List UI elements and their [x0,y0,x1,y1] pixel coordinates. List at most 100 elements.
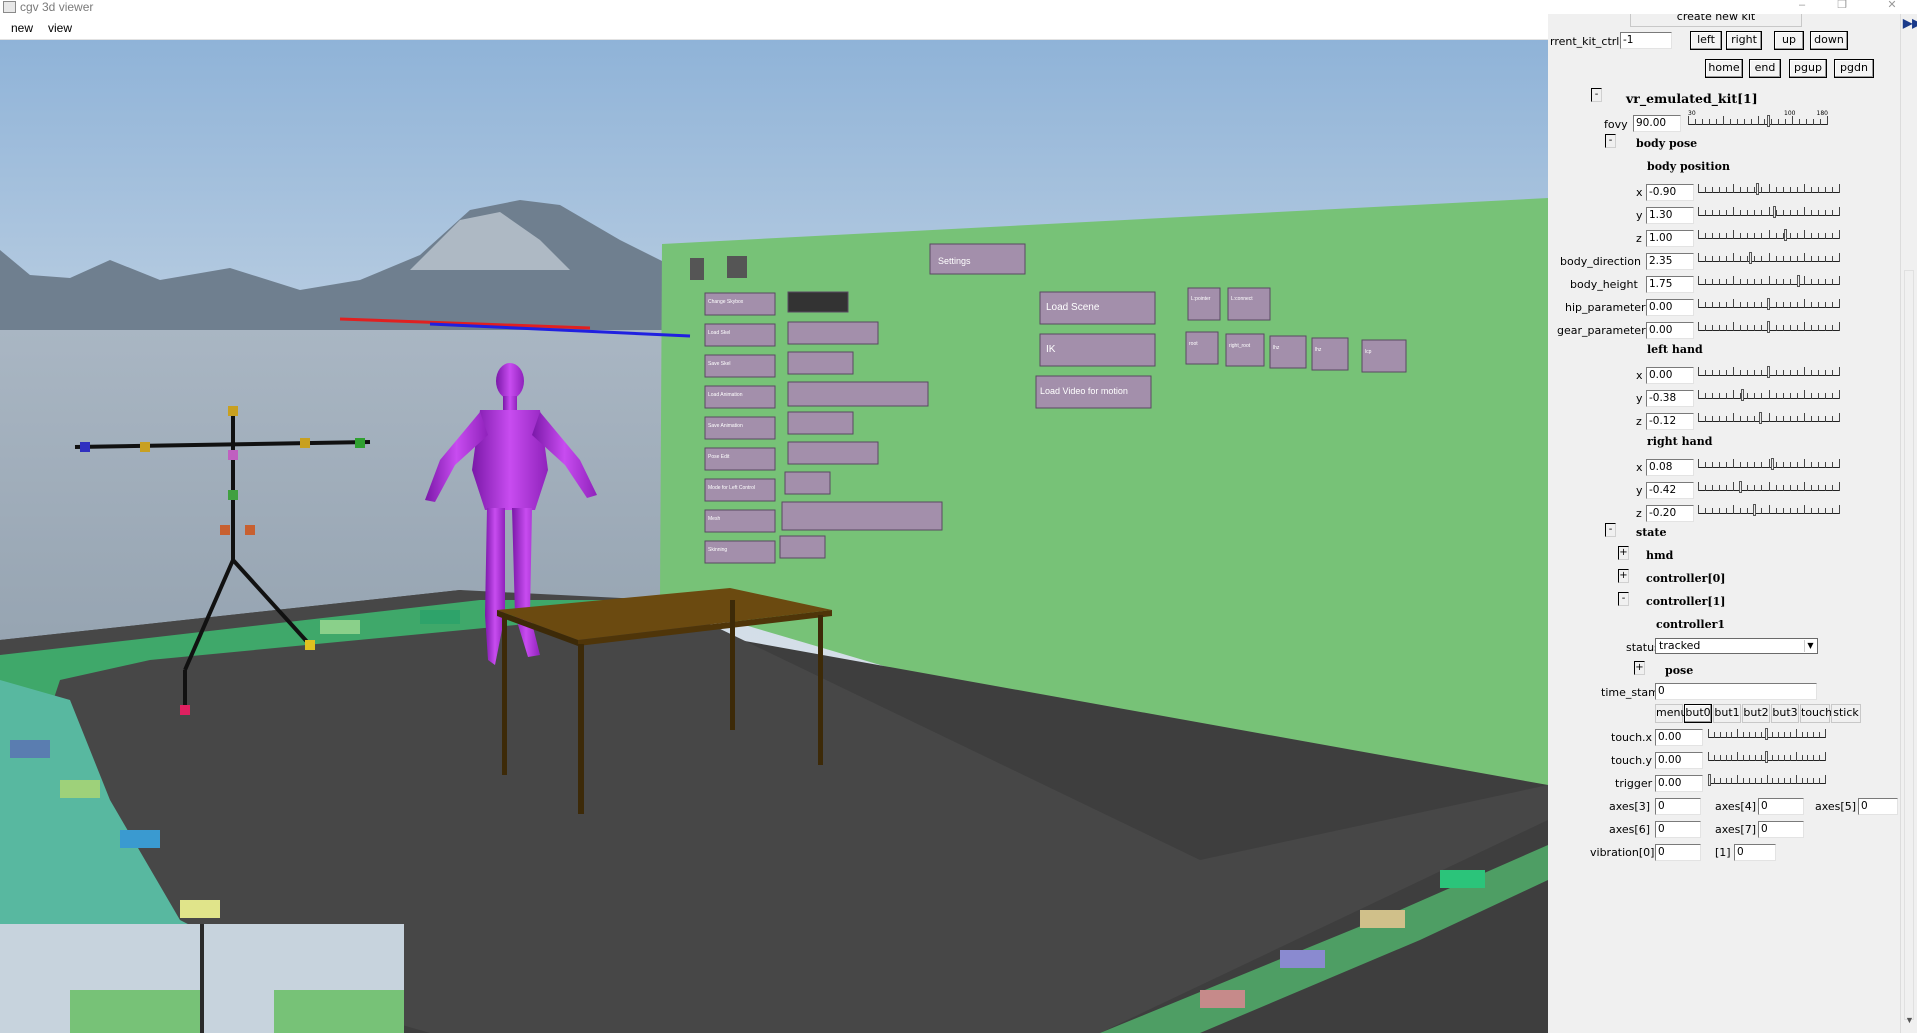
double-chevron-right-icon[interactable]: ▶▶ [1903,16,1917,30]
wall-prev-button[interactable] [690,258,704,280]
slider-thumb[interactable] [1773,206,1776,218]
slider-thumb[interactable] [1784,229,1787,241]
left-hand-y-slider[interactable] [1698,387,1840,401]
right-hand-z-field[interactable]: -0.20 [1646,505,1694,522]
body-height-slider[interactable] [1698,273,1840,287]
controller-but0-button[interactable]: but0 [1684,704,1712,723]
wall-lcp-button[interactable] [1361,339,1407,373]
axes3-field[interactable]: 0 [1655,798,1701,815]
left-hand-y-field[interactable]: -0.38 [1646,390,1694,407]
close-icon[interactable]: ✕ [1880,0,1904,12]
nav-left-button[interactable]: left [1690,31,1722,50]
nav-down-button[interactable]: down [1810,31,1848,50]
scrollbar-thumb[interactable] [1904,270,1914,1020]
axes4-field[interactable]: 0 [1758,798,1804,815]
slider-thumb[interactable] [1708,774,1711,786]
trigger-field[interactable]: 0.00 [1655,775,1703,792]
axes5-field[interactable]: 0 [1858,798,1898,815]
wall-lhz2-button[interactable] [1311,337,1349,371]
axes6-field[interactable]: 0 [1655,821,1701,838]
body-direction-field[interactable]: 2.35 [1646,253,1694,270]
touch-x-slider[interactable] [1708,726,1826,740]
scene-canvas[interactable]: Settings Load Scene IK Load Video for mo… [0,40,1548,1033]
hmd-toggle[interactable]: + [1618,546,1629,560]
slider-thumb[interactable] [1767,366,1770,378]
body-y-field[interactable]: 1.30 [1646,207,1694,224]
touch-y-slider[interactable] [1708,749,1826,763]
nav-pgup-button[interactable]: pgup [1789,59,1827,78]
right-hand-y-slider[interactable] [1698,479,1840,493]
slider-thumb[interactable] [1739,481,1742,493]
body-height-field[interactable]: 1.75 [1646,276,1694,293]
slider-thumb[interactable] [1771,458,1774,470]
slider-thumb[interactable] [1749,252,1752,264]
create-new-kit-button[interactable]: create new kit [1630,14,1802,27]
pose-toggle[interactable]: + [1634,661,1645,675]
touch-x-field[interactable]: 0.00 [1655,729,1703,746]
wall-ik-button[interactable] [1039,333,1156,367]
right-hand-x-field[interactable]: 0.08 [1646,459,1694,476]
hip-parameter-slider[interactable] [1698,296,1840,310]
fovy-slider[interactable]: 30 100 180 [1688,110,1828,127]
controller-but3-button[interactable]: but3 [1771,704,1799,723]
vibration0-field[interactable]: 0 [1655,844,1701,861]
controller-touch-button[interactable]: touch [1800,704,1832,723]
state-toggle[interactable]: - [1605,523,1616,537]
wall-lhz-button[interactable] [1269,335,1307,369]
current-kit-ctrl-field[interactable]: -1 [1620,32,1672,49]
slider-thumb[interactable] [1765,751,1768,763]
slider-thumb[interactable] [1767,298,1770,310]
slider-thumb[interactable] [1756,183,1759,195]
minimize-icon[interactable]: – [1790,0,1814,12]
body-z-field[interactable]: 1.00 [1646,230,1694,247]
trigger-slider[interactable] [1708,772,1826,786]
controller-but2-button[interactable]: but2 [1742,704,1770,723]
controller1-toggle[interactable]: - [1618,592,1629,606]
menu-new[interactable]: new [11,21,33,35]
slider-thumb[interactable] [1741,389,1744,401]
scroll-down-icon[interactable]: ▼ [1905,1015,1914,1025]
vibration1-field[interactable]: 0 [1734,844,1776,861]
gear-parameter-field[interactable]: 0.00 [1646,322,1694,339]
body-pose-toggle[interactable]: - [1605,134,1616,148]
left-hand-z-slider[interactable] [1698,410,1840,424]
slider-thumb[interactable] [1797,275,1800,287]
nav-home-button[interactable]: home [1705,59,1743,78]
nav-pgdn-button[interactable]: pgdn [1834,59,1874,78]
wall-connect-button[interactable] [1227,287,1271,321]
status-dropdown[interactable]: tracked ▼ [1655,638,1818,654]
wall-root-button[interactable] [1185,331,1219,365]
wall-right-root-button[interactable] [1225,333,1265,367]
hip-parameter-field[interactable]: 0.00 [1646,299,1694,316]
nav-up-button[interactable]: up [1774,31,1804,50]
slider-thumb[interactable] [1753,504,1756,516]
body-direction-slider[interactable] [1698,250,1840,264]
slider-thumb[interactable] [1767,115,1770,127]
axes7-field[interactable]: 0 [1758,821,1804,838]
right-hand-x-slider[interactable] [1698,456,1840,470]
wall-next-button[interactable] [727,256,747,278]
left-hand-z-field[interactable]: -0.12 [1646,413,1694,430]
controller-menu-button[interactable]: menu [1655,704,1687,723]
touch-y-field[interactable]: 0.00 [1655,752,1703,769]
body-z-slider[interactable] [1698,227,1840,241]
fovy-field[interactable]: 90.00 [1633,115,1681,132]
body-x-field[interactable]: -0.90 [1646,184,1694,201]
nav-right-button[interactable]: right [1726,31,1762,50]
left-hand-x-field[interactable]: 0.00 [1646,367,1694,384]
slider-thumb[interactable] [1765,728,1768,740]
gear-parameter-slider[interactable] [1698,319,1840,333]
controller0-toggle[interactable]: + [1618,569,1629,583]
body-y-slider[interactable] [1698,204,1840,218]
menu-view[interactable]: view [48,21,72,35]
right-hand-y-field[interactable]: -0.42 [1646,482,1694,499]
kit-collapse-toggle[interactable]: - [1591,88,1602,102]
slider-thumb[interactable] [1759,412,1762,424]
right-hand-z-slider[interactable] [1698,502,1840,516]
controller-but1-button[interactable]: but1 [1713,704,1741,723]
body-x-slider[interactable] [1698,181,1840,195]
3d-viewport[interactable]: Settings Load Scene IK Load Video for mo… [0,40,1548,1033]
wall-pointer-button[interactable] [1187,287,1221,321]
left-hand-x-slider[interactable] [1698,364,1840,378]
nav-end-button[interactable]: end [1749,59,1781,78]
